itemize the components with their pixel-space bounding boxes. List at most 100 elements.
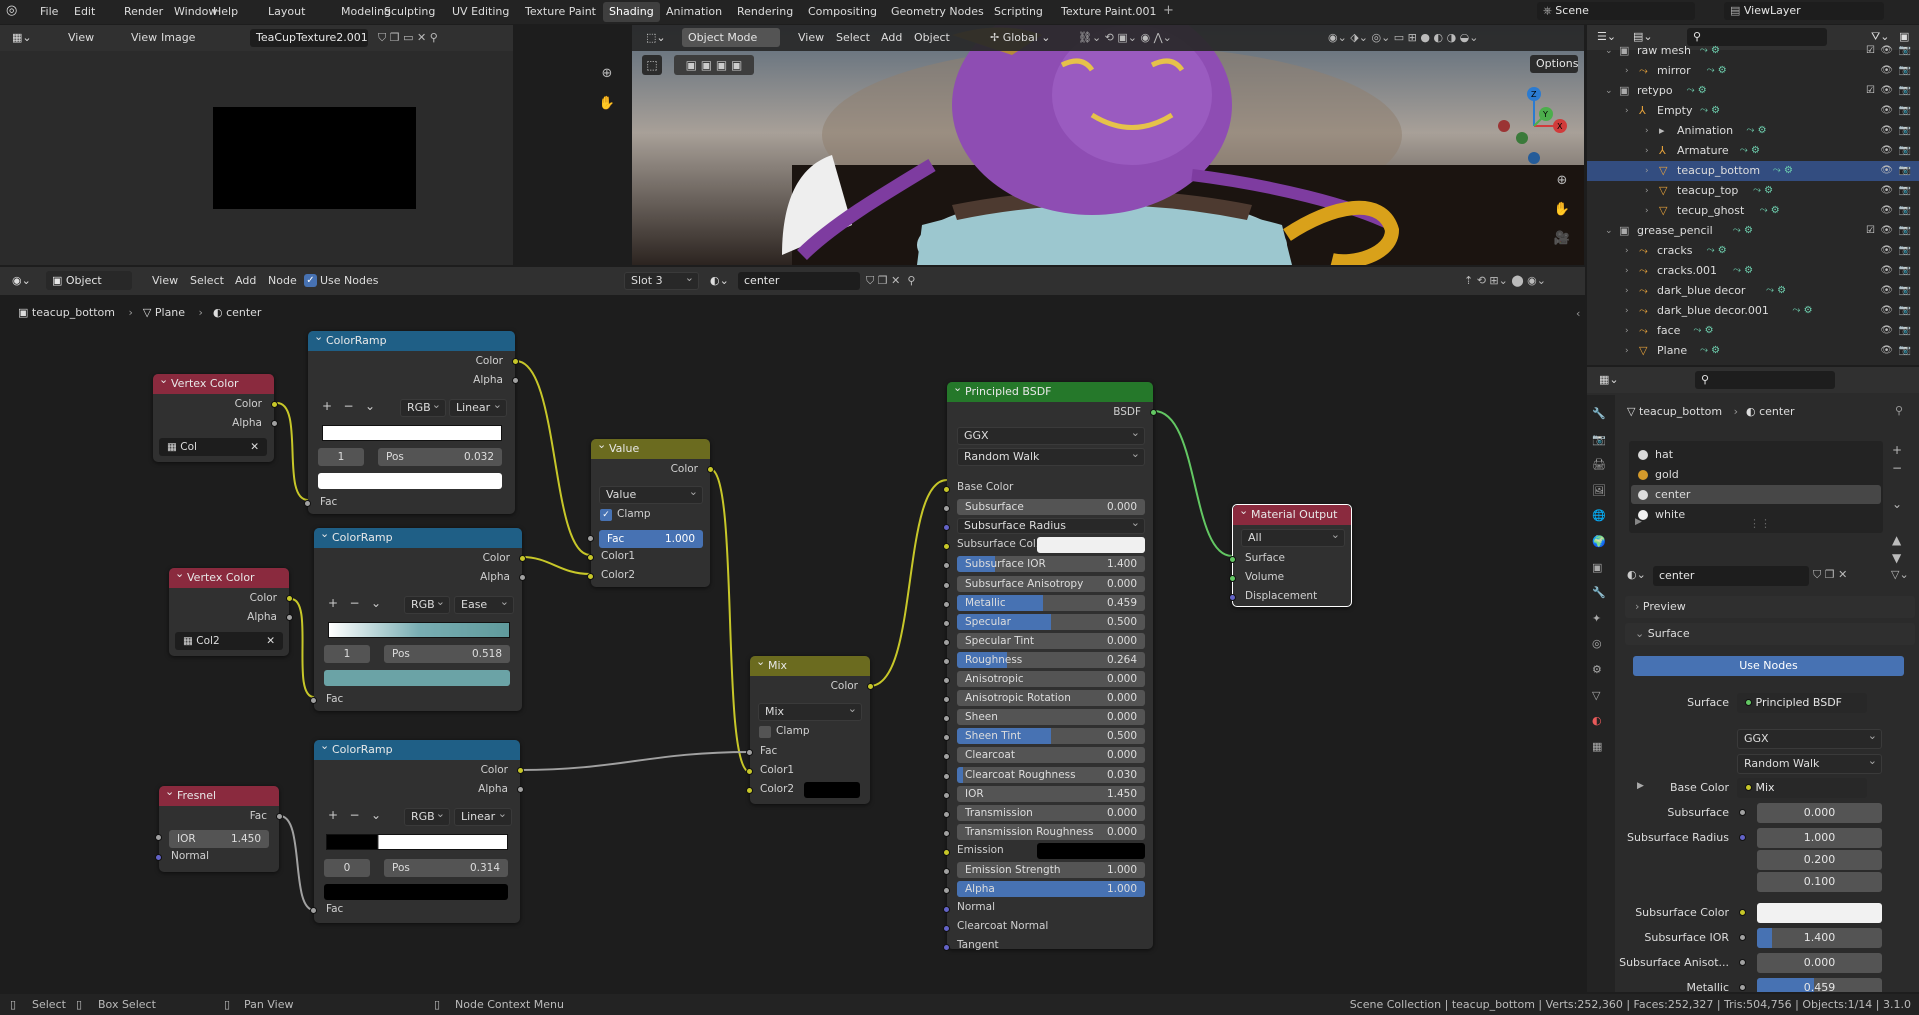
bsdf-alpha-field[interactable]: Alpha 1.000 — [957, 881, 1145, 898]
bsdf-alpha-socket[interactable] — [943, 887, 950, 895]
fresnel-title[interactable]: Fresnel — [159, 786, 279, 806]
cr2-stop-color[interactable] — [324, 670, 510, 686]
mix-color2-swatch[interactable] — [804, 782, 860, 798]
fresnel-ior-field[interactable]: IOR 1.450 — [169, 830, 269, 848]
value-clamp-checkbox[interactable]: ✓ — [600, 509, 612, 521]
link-dropdown-icon[interactable]: ▽⌄ — [1891, 568, 1909, 581]
bsdf-clearcoat-normal-socket[interactable] — [943, 925, 950, 933]
outliner-item-animation[interactable]: › ▸ Animation ⤳ ⚙ 👁 📷 — [1587, 121, 1919, 141]
cr1-color-socket[interactable] — [512, 358, 519, 365]
colorramp-node-2[interactable]: ColorRamp Color Alpha + − ⌄ RGB Ease 1 P… — [310, 528, 526, 711]
outliner-item-cracks[interactable]: › ⤳ cracks ⤳ ⚙ 👁 📷 — [1587, 241, 1919, 261]
mix-color1-socket[interactable] — [746, 768, 753, 775]
output-target-dropdown[interactable]: All — [1241, 529, 1345, 547]
bsdf-ior-socket[interactable] — [943, 791, 950, 799]
surface-panel[interactable]: ⌄ Surface — [1625, 623, 1915, 645]
render-camera-icon[interactable]: 📷 — [1899, 141, 1911, 161]
value-color1-socket[interactable] — [587, 554, 594, 561]
list-resize-handle[interactable]: ⋮⋮ — [1749, 517, 1771, 530]
slot-side-buttons[interactable]: + − ⌄ ▲ ▼ — [1892, 441, 1902, 567]
properties-tab-output-icon[interactable]: 🖨 — [1592, 458, 1606, 471]
expand-arrow-icon[interactable]: › — [1645, 201, 1649, 221]
vertex-color-1-title[interactable]: Vertex Color — [153, 374, 274, 394]
bsdf-sheen-field[interactable]: Sheen 0.000 — [957, 709, 1145, 726]
colorramp-3-title[interactable]: ColorRamp — [314, 740, 520, 760]
render-camera-icon[interactable]: 📷 — [1899, 221, 1911, 241]
bsdf-clearcoat-socket[interactable] — [943, 753, 950, 761]
cr1-stop-color[interactable] — [318, 473, 502, 489]
render-camera-icon[interactable]: 📷 — [1899, 101, 1911, 121]
expand-arrow-icon[interactable]: › — [1645, 161, 1649, 181]
subsurface-ior-field[interactable]: 1.400 — [1757, 928, 1882, 948]
value-op-dropdown[interactable]: Value — [599, 486, 703, 504]
material-name-field-2[interactable]: center — [1653, 566, 1809, 586]
modifier-icons[interactable]: ⤳ ⚙ — [1707, 241, 1727, 261]
cr2-alpha-socket[interactable] — [519, 574, 526, 581]
expand-arrow-icon[interactable]: ⌄ — [1605, 221, 1613, 241]
bsdf-output-socket[interactable] — [1150, 409, 1157, 416]
outliner-item-dark-blue-decor-001[interactable]: › ⤳ dark_blue decor.001 ⤳ ⚙ 👁 📷 — [1587, 301, 1919, 321]
bsdf-emission-strength-socket[interactable] — [943, 868, 950, 875]
material-slot-hat[interactable]: hat — [1631, 445, 1881, 464]
expand-arrow-icon[interactable]: › — [1625, 101, 1629, 121]
bsdf-sheen-tint-field[interactable]: Sheen Tint 0.500 — [957, 728, 1145, 745]
expand-arrow-icon[interactable]: › — [1645, 121, 1649, 141]
mix-node[interactable]: Mix Color Mix Clamp Fac Color1 Color2 — [746, 656, 874, 804]
radius-z-field[interactable]: 0.100 — [1757, 872, 1882, 892]
cr3-mode-dropdown[interactable]: RGB — [404, 808, 450, 826]
render-camera-icon[interactable]: 📷 — [1899, 341, 1911, 361]
mix-clamp-checkbox[interactable] — [759, 726, 771, 738]
base-color-expand-icon[interactable]: ▶ — [1637, 781, 1644, 791]
expand-arrow-icon[interactable]: ⌄ — [1605, 41, 1613, 61]
visibility-eye-icon[interactable]: 👁 — [1880, 141, 1893, 161]
visibility-eye-icon[interactable]: 👁 — [1880, 181, 1893, 201]
render-camera-icon[interactable]: 📷 — [1899, 81, 1911, 101]
cr3-interp-dropdown[interactable]: Linear — [454, 808, 512, 826]
bsdf-anisotropic-rotation-socket[interactable] — [943, 696, 950, 704]
material-slot-center[interactable]: center — [1631, 485, 1881, 504]
cr2-gradient[interactable] — [328, 622, 510, 638]
vc2-color-socket[interactable] — [286, 595, 293, 602]
fresnel-fac-socket[interactable] — [276, 813, 283, 820]
expand-arrow-icon[interactable]: › — [1625, 301, 1629, 321]
outliner-item-dark-blue-decor[interactable]: › ⤳ dark_blue decor ⤳ ⚙ 👁 📷 — [1587, 281, 1919, 301]
cr1-ramp-buttons[interactable]: + − ⌄ — [322, 399, 375, 413]
outliner-item-mirror[interactable]: › ⤳ mirror ⤳ ⚙ 👁 📷 — [1587, 61, 1919, 81]
fresnel-ior-socket[interactable] — [155, 834, 162, 841]
modifier-icons[interactable]: ⤳ ⚙ — [1773, 161, 1793, 181]
outliner-item-teacup-bottom[interactable]: › ▽ teacup_bottom ⤳ ⚙ 👁 📷 — [1587, 161, 1919, 181]
subsurface-field[interactable]: 0.000 — [1757, 803, 1882, 823]
bsdf-subsurface-col-socket[interactable] — [943, 543, 950, 551]
visibility-eye-icon[interactable]: 👁 — [1880, 121, 1893, 141]
bsdf-subsurface-field[interactable]: Subsurface 0.000 — [957, 499, 1145, 516]
cr2-index-field[interactable]: 1 — [324, 645, 370, 663]
value-node[interactable]: Value Color Value ✓ Clamp Fac 1.000 Color… — [587, 439, 714, 587]
pin-icon[interactable]: ⚲ — [1895, 404, 1903, 417]
modifier-icons[interactable]: ⤳ ⚙ — [1700, 101, 1720, 121]
bsdf-title[interactable]: Principled BSDF — [947, 382, 1153, 402]
subsurface-aniso-field[interactable]: 0.000 — [1757, 953, 1882, 973]
cr3-color-socket[interactable] — [517, 767, 524, 774]
properties-tab-object-icon[interactable]: ▣ — [1592, 561, 1602, 574]
bsdf-subsurface-socket[interactable] — [943, 505, 950, 513]
collection-checkbox-icon[interactable]: ☑ — [1866, 81, 1875, 101]
cr1-mode-dropdown[interactable]: RGB — [400, 399, 446, 417]
bsdf-roughness-socket[interactable] — [943, 657, 950, 665]
mix-color2-socket[interactable] — [746, 787, 753, 794]
colorramp-node-1[interactable]: ColorRamp Color Alpha + − ⌄ RGB Linear 1… — [304, 331, 519, 514]
preview-panel[interactable]: › Preview — [1625, 596, 1915, 618]
bsdf-subsurface-radius-socket[interactable] — [943, 524, 950, 532]
render-camera-icon[interactable]: 📷 — [1899, 61, 1911, 81]
render-camera-icon[interactable]: 📷 — [1899, 41, 1911, 61]
modifier-icons[interactable]: ⤳ ⚙ — [1733, 261, 1753, 281]
modifier-icons[interactable]: ⤳ ⚙ — [1733, 221, 1753, 241]
sidebar-toggle-icon[interactable]: ‹ — [1576, 307, 1580, 320]
expand-arrow-icon[interactable]: › — [1645, 181, 1649, 201]
mix-fac-socket[interactable] — [746, 749, 753, 756]
modifier-icons[interactable]: ⤳ ⚙ — [1687, 81, 1707, 101]
properties-editor-type-icon[interactable]: ▦⌄ — [1593, 369, 1625, 391]
visibility-eye-icon[interactable]: 👁 — [1880, 281, 1893, 301]
modifier-icons[interactable]: ⤳ ⚙ — [1740, 141, 1760, 161]
modifier-icons[interactable]: ⤳ ⚙ — [1766, 281, 1786, 301]
fresnel-node[interactable]: Fresnel Fac IOR 1.450 Normal — [155, 786, 283, 872]
